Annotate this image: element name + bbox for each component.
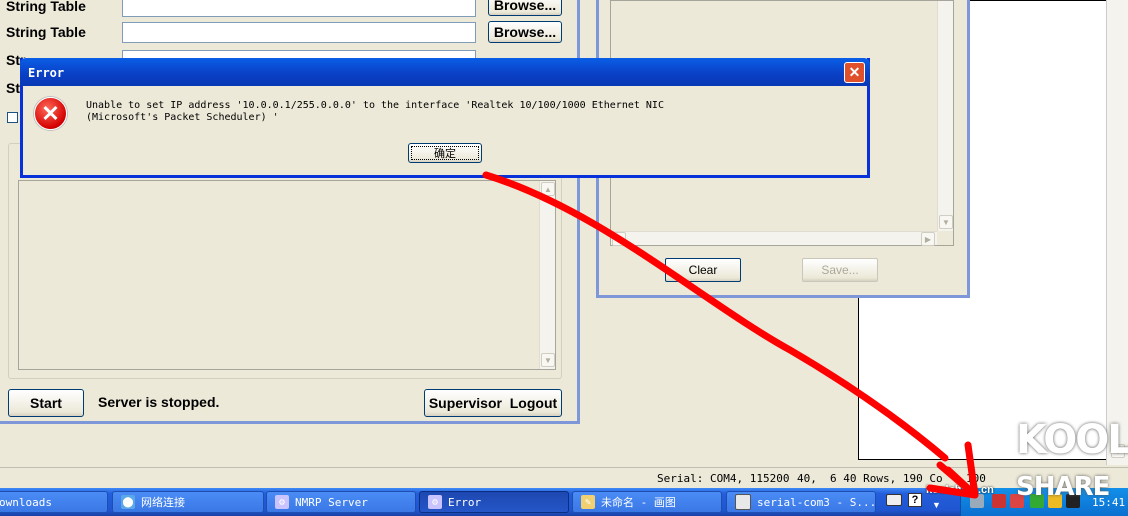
annotation-arrow-stroke <box>482 171 979 499</box>
annotation-arrow <box>482 171 979 499</box>
